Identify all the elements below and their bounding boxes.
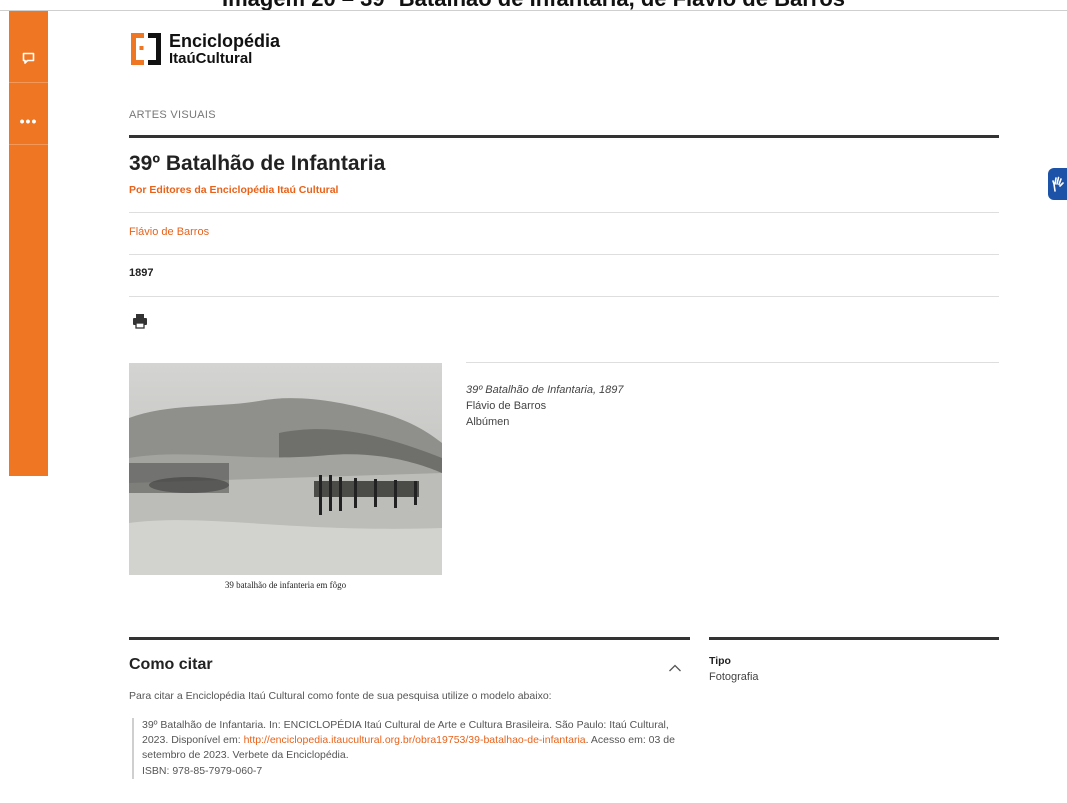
citation-link[interactable]: http://enciclopedia.itaucultural.org.br/… (244, 734, 586, 746)
itau-cultural-logo-icon (131, 33, 161, 65)
sidebar: ••• (9, 11, 48, 476)
citation-divider (129, 637, 690, 640)
more-icon: ••• (19, 112, 38, 129)
artwork-technique: Albúmen (466, 415, 510, 428)
details-divider (709, 637, 999, 640)
divider (129, 212, 999, 213)
citation-heading: Como citar (129, 656, 213, 673)
page-title: 39º Batalhão de Infantaria (129, 152, 386, 175)
battalion-photograph (129, 363, 442, 575)
citation-toggle-button[interactable] (668, 660, 682, 672)
logo-subtitle: ItaúCultural (169, 49, 253, 67)
year-value: 1897 (129, 267, 154, 279)
top-divider (0, 10, 1067, 11)
comment-button[interactable] (9, 35, 48, 83)
citation-text: 39º Batalhão de Infantaria. In: ENCICLOP… (132, 718, 692, 779)
chevron-up-icon (669, 664, 681, 672)
artwork-title: 39º Batalhão de Infantaria, 1897 (466, 384, 624, 396)
figure-caption: Imagem 20 – 39º Batalhão de Infantaria, … (0, 0, 1067, 10)
divider (129, 296, 999, 297)
hand-sign-icon (1051, 176, 1064, 192)
divider (129, 254, 999, 255)
isbn: ISBN: 978-85-7979-060-7 (142, 764, 263, 777)
divider (466, 362, 999, 363)
accessibility-button[interactable] (1048, 168, 1067, 200)
site-logo[interactable]: Enciclopédia ItaúCultural (129, 31, 280, 67)
category-label: ARTES VISUAIS (129, 109, 216, 121)
logo-title: Enciclopédia (169, 30, 281, 51)
comment-icon (22, 52, 35, 64)
artwork-author: Flávio de Barros (466, 399, 547, 412)
photo-caption: 39 batalhão de infanteria em fôgo (224, 580, 347, 590)
artwork-photo[interactable] (129, 363, 442, 575)
byline: Por Editores da Enciclopédia Itaú Cultur… (129, 184, 339, 196)
print-icon (133, 314, 147, 329)
author-link[interactable]: Flávio de Barros (129, 226, 209, 238)
artwork-metadata: 39º Batalhão de Infantaria, 1897 Flávio … (466, 383, 624, 431)
type-value: Fotografia (709, 671, 759, 683)
print-button[interactable] (132, 313, 148, 329)
header-divider (129, 135, 999, 138)
more-options-button[interactable]: ••• (9, 97, 48, 145)
citation-intro: Para citar a Enciclopédia Itaú Cultural … (129, 690, 552, 702)
type-label: Tipo (709, 655, 731, 667)
